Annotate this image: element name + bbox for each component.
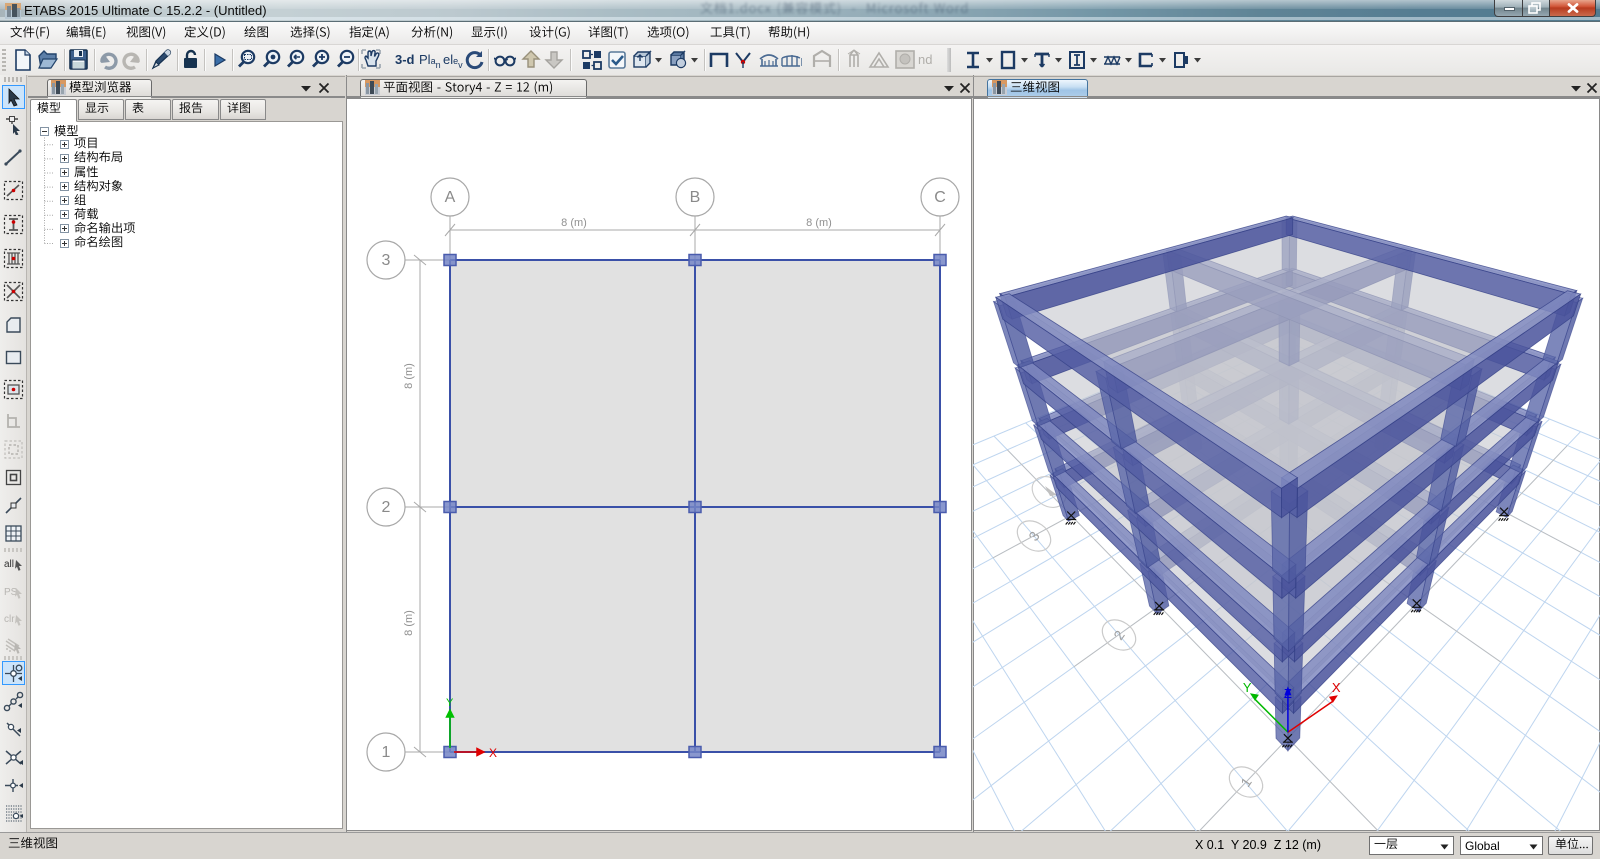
- svg-text:8 (m): 8 (m): [403, 363, 415, 389]
- svg-text:Y: Y: [1243, 680, 1252, 695]
- svg-text:B: B: [690, 189, 701, 206]
- svg-text:X: X: [489, 746, 497, 760]
- svg-text:Y: Y: [446, 697, 454, 709]
- svg-text:all: all: [4, 559, 14, 570]
- svg-text:3: 3: [1025, 528, 1043, 544]
- svg-text:8 (m): 8 (m): [561, 217, 587, 229]
- svg-text:2: 2: [1110, 627, 1128, 643]
- svg-text:clr: clr: [4, 614, 15, 625]
- svg-text:C: C: [934, 189, 946, 206]
- svg-text:8 (m): 8 (m): [403, 610, 415, 636]
- svg-text:A: A: [445, 189, 456, 206]
- svg-text:2: 2: [382, 499, 391, 516]
- svg-text:3: 3: [382, 252, 391, 269]
- svg-text:1: 1: [1237, 774, 1255, 790]
- svg-text:1: 1: [382, 744, 391, 761]
- svg-text:8 (m): 8 (m): [806, 217, 832, 229]
- svg-text:X: X: [1332, 680, 1341, 695]
- svg-text:Z: Z: [1284, 686, 1292, 701]
